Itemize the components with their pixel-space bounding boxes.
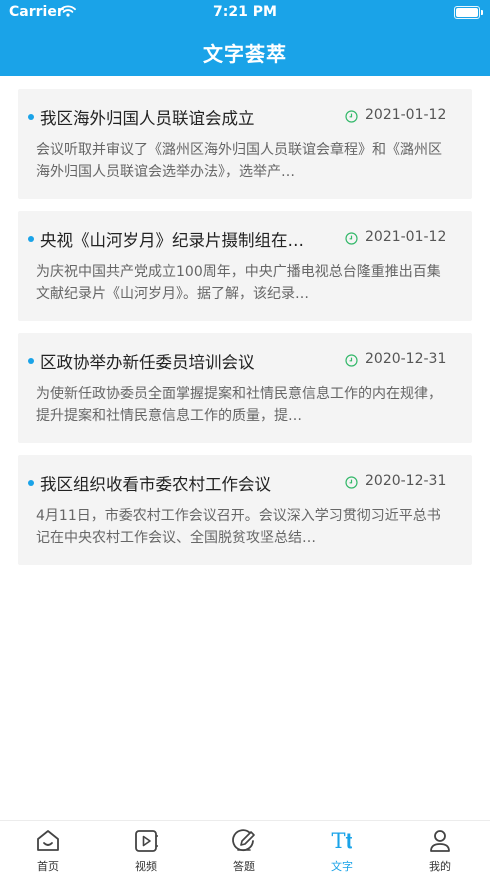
status-time: 7:21 PM bbox=[213, 4, 277, 20]
bullet-dot-icon bbox=[28, 358, 34, 364]
page-title: 文字荟萃 bbox=[203, 42, 287, 66]
edit-icon bbox=[232, 829, 255, 852]
clock-icon bbox=[345, 354, 358, 367]
bullet-dot-icon bbox=[28, 114, 34, 120]
tab-label: 首页 bbox=[37, 860, 59, 873]
tab-quiz[interactable]: 答题 bbox=[209, 825, 279, 877]
article-card[interactable]: 我区组织收看市委农村工作会议 2020-12-31 4月11日，市委农村工作会议… bbox=[18, 455, 472, 565]
tab-home[interactable]: 首页 bbox=[13, 825, 83, 877]
app-header: Carrier 7:21 PM 文字荟萃 bbox=[0, 0, 490, 76]
tab-video[interactable]: 视频 bbox=[111, 825, 181, 877]
tab-label: 我的 bbox=[429, 860, 451, 873]
article-list: 我区海外归国人员联谊会成立 2021-01-12 会议听取并审议了《潞州区海外归… bbox=[18, 89, 472, 577]
article-summary: 会议听取并审议了《潞州区海外归国人员联谊会章程》和《潞州区海外归国人员联谊会选举… bbox=[36, 142, 442, 180]
article-date: 2020-12-31 bbox=[365, 473, 447, 489]
bullet-dot-icon bbox=[28, 236, 34, 242]
clock-icon bbox=[345, 476, 358, 489]
article-date: 2021-01-12 bbox=[365, 229, 447, 245]
article-title: 我区海外归国人员联谊会成立 bbox=[40, 109, 255, 128]
video-icon bbox=[135, 830, 158, 852]
article-summary: 为使新任政协委员全面掌握提案和社情民意信息工作的内在规律，提升提案和社情民意信息… bbox=[36, 386, 442, 424]
tab-label: 视频 bbox=[135, 860, 157, 873]
article-card[interactable]: 区政协举办新任委员培训会议 2020-12-31 为使新任政协委员全面掌握提案和… bbox=[18, 333, 472, 443]
article-summary: 为庆祝中国共产党成立100周年，中央广播电视总台隆重推出百集文献纪录片《山河岁月… bbox=[36, 264, 441, 302]
tab-text[interactable]: T𝐭 文字 bbox=[307, 825, 377, 877]
article-date: 2020-12-31 bbox=[365, 351, 447, 367]
clock-icon bbox=[345, 110, 358, 123]
bottom-tab-bar: 首页 视频 答题 T𝐭 文字 我的 bbox=[0, 820, 490, 877]
tab-label: 答题 bbox=[233, 860, 255, 873]
article-title: 央视《山河岁月》纪录片摄制组在… bbox=[40, 231, 304, 250]
user-icon bbox=[430, 830, 450, 852]
home-icon bbox=[37, 830, 59, 851]
article-title: 区政协举办新任委员培训会议 bbox=[40, 353, 255, 372]
bullet-dot-icon bbox=[28, 480, 34, 486]
article-title: 我区组织收看市委农村工作会议 bbox=[40, 475, 271, 494]
article-card[interactable]: 我区海外归国人员联谊会成立 2021-01-12 会议听取并审议了《潞州区海外归… bbox=[18, 89, 472, 199]
article-card[interactable]: 央视《山河岁月》纪录片摄制组在… 2021-01-12 为庆祝中国共产党成立10… bbox=[18, 211, 472, 321]
article-summary: 4月11日，市委农村工作会议召开。会议深入学习贯彻习近平总书记在中央农村工作会议… bbox=[36, 508, 441, 546]
article-date: 2021-01-12 bbox=[365, 107, 447, 123]
clock-icon bbox=[345, 232, 358, 245]
tab-mine[interactable]: 我的 bbox=[405, 825, 475, 877]
status-bar: Carrier 7:21 PM bbox=[0, 0, 490, 26]
tab-label: 文字 bbox=[331, 860, 353, 873]
text-icon: T𝐭 bbox=[331, 829, 353, 853]
battery-icon bbox=[454, 6, 483, 19]
